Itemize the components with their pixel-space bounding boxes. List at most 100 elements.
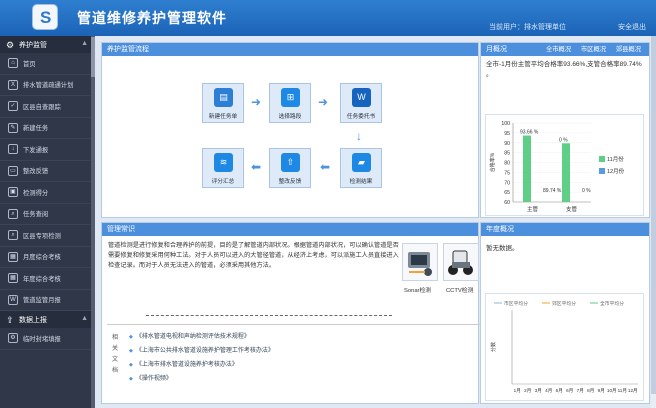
score-line-chart: 市区平均分 郊区平均分 全市平均分 分数 1月 2月 3月 4月 5月 6月 7月 8月 9月 10月 11…	[485, 293, 644, 401]
y-tick-label: 100	[501, 121, 510, 127]
upload-icon: ⇪	[6, 314, 14, 325]
sidebar-item-label: 年度综合考核	[23, 275, 61, 283]
legend-swatch	[599, 156, 605, 162]
flow-node-label: 选择路段	[278, 114, 302, 120]
scrollbar-thumb[interactable]	[91, 37, 95, 77]
layers-icon: ≋	[214, 153, 233, 172]
divider-dashed	[146, 315, 392, 316]
sidebar-item-monthly-report[interactable]: W 管道监管月报	[0, 290, 95, 311]
sidebar-item-label: 新建任务	[23, 125, 49, 133]
excel-icon: X	[8, 79, 18, 90]
sidebar-item-label: 月度综合考核	[23, 254, 61, 262]
flow-node-result[interactable]: ▰ 检测结果	[340, 148, 382, 188]
flow-node-commission[interactable]: W 任务委托书	[340, 83, 382, 123]
sidebar-item-label: 整改反馈	[23, 168, 49, 176]
annual-panel: 年度概况 暂无数据。 市区平均分 郊区平均分 全市平均分 分数 1月 2月 3月 4月 5月 6月…	[480, 222, 650, 404]
sidebar-item-monthly-review[interactable]: ▦ 月度综合考核	[0, 247, 95, 268]
gear-icon: ⚙	[5, 39, 15, 50]
doc-link[interactable]: 《上海市排水管道设施养护考核办法》	[129, 359, 238, 368]
current-user: 当前用户：排水管理单位	[489, 24, 566, 31]
sidebar-item-district-tracking[interactable]: ✓ 区县自查跟踪	[0, 96, 95, 118]
sidebar-section-data-report[interactable]: ⇪ 数据上报 ▲	[0, 311, 95, 328]
sidebar-scrollbar[interactable]	[91, 36, 95, 408]
x-tick-label: 4月	[545, 388, 552, 394]
doc-link[interactable]: 《操作视频》	[129, 373, 172, 382]
y-tick-label: 60	[504, 200, 510, 206]
main-scrollbar[interactable]	[651, 36, 656, 408]
sidebar-item-task-query[interactable]: ⌕ 任务查阅	[0, 204, 95, 225]
legend-label: 郊区平均分	[552, 300, 576, 307]
monitor-icon: ▣	[8, 187, 18, 198]
monthly-summary: 全市-1月份主管平均合格率93.66%,支管合格率89.74% 。	[486, 61, 642, 78]
sidebar-item-annual-review[interactable]: ▦ 年度综合考核	[0, 268, 95, 290]
sidebar-item-label: 下发通报	[23, 146, 49, 154]
download-icon: ↓	[8, 144, 18, 155]
app-logo	[32, 4, 58, 30]
sidebar-item-dredge-plan[interactable]: X 排水管道疏通计划	[0, 75, 95, 96]
home-icon: ⌂	[8, 58, 18, 69]
sidebar-item-rectify-feedback[interactable]: ▭ 整改反馈	[0, 161, 95, 182]
sidebar-section-maintenance[interactable]: ⚙ 养护监管 ▲	[0, 36, 95, 53]
legend-label: 12月份	[607, 167, 625, 175]
sidebar-item-new-task[interactable]: ✎ 新建任务	[0, 118, 95, 139]
y-axis-title: 合格率%	[489, 152, 496, 172]
calendar-icon: ▦	[8, 251, 18, 262]
link-suburb-overview[interactable]: 郊县概况	[616, 46, 641, 53]
flow-node-new-task[interactable]: ▤ 新建任务单	[202, 83, 244, 123]
x-tick-label: 12月	[628, 388, 638, 394]
y-tick-label: 80	[504, 161, 510, 167]
bar	[523, 135, 531, 202]
link-city-overview[interactable]: 全市概况	[546, 46, 571, 53]
y-tick-label: 95	[504, 131, 510, 137]
flow-node-label: 整改反馈	[278, 179, 302, 185]
flow-node-label: 检测结果	[349, 179, 373, 185]
y-tick-label: 65	[504, 190, 510, 196]
sidebar-item-issue-notice[interactable]: ↓ 下发通报	[0, 139, 95, 161]
sidebar-item-temp-block[interactable]: ⚙ 临时封堵填报	[0, 328, 95, 350]
x-tick-label: 3月	[535, 388, 542, 394]
app-title: 管道维修养护管理软件	[77, 10, 227, 26]
check-icon: ✓	[8, 101, 18, 112]
doc-link[interactable]: 《排水管道电视和声纳检测评估技术规程》	[129, 331, 250, 340]
folder-icon: ▭	[8, 165, 18, 176]
overview-links: 全市概况 市区概况 郊县概况	[538, 43, 641, 56]
sidebar-item-home[interactable]: ⌂ 首页	[0, 53, 95, 75]
tool-label-sonar: Sonar检测	[404, 288, 432, 294]
search-icon: ⌕	[8, 208, 18, 219]
bar-data-label: 89.74 %	[543, 188, 562, 194]
main-content: 养护监管流程 ▤ 新建任务单 ➜ ⊞ 选择路段 ➜ W 任务委托书 ↓ ▰ 检测…	[97, 36, 656, 408]
cctv-robot-image[interactable]	[443, 243, 479, 281]
x-tick-label: 支管	[566, 205, 578, 213]
gear-icon: ⚙	[8, 333, 18, 344]
bar-data-label: 0 %	[559, 137, 568, 143]
practice-panel-title: 管理常识	[102, 223, 478, 236]
x-tick-label: 10月	[607, 388, 617, 394]
sidebar-item-score[interactable]: ▣ 检测得分	[0, 182, 95, 204]
tool-label-cctv: CCTV检测	[446, 288, 474, 294]
sidebar-item-special-inspection[interactable]: ⌕ 区县专项检测	[0, 225, 95, 247]
link-urban-overview[interactable]: 市区概况	[581, 46, 606, 53]
doc-link[interactable]: 《上海市公共排水管道设施养护管理工作考核办法》	[129, 345, 274, 354]
x-tick-label: 8月	[587, 388, 594, 394]
flow-node-feedback[interactable]: ⇧ 整改反馈	[269, 148, 311, 188]
collapse-arrow-icon: ▲	[81, 40, 88, 47]
y-axis-title: 分数	[490, 342, 497, 352]
practice-panel: 管理常识 管道检测是进行修复和合理养护的前提，目的是了解管道内部状况。根据管道内…	[101, 222, 481, 404]
sidebar: ⚙ 养护监管 ▲ ⌂ 首页 X 排水管道疏通计划 ✓ 区县自查跟踪 ✎ 新建任务 ↓ 下发…	[0, 36, 95, 408]
scrollbar-thumb[interactable]	[651, 36, 656, 394]
sonar-device-image[interactable]	[402, 243, 438, 281]
flow-panel: 养护监管流程 ▤ 新建任务单 ➜ ⊞ 选择路段 ➜ W 任务委托书 ↓ ▰ 检测…	[101, 42, 479, 218]
logout-link[interactable]: 安全退出	[618, 22, 646, 32]
sidebar-item-label: 任务查阅	[23, 211, 49, 219]
sidebar-item-label: 区县自查跟踪	[23, 103, 61, 111]
calendar-icon: ▦	[8, 273, 18, 284]
folder-icon: ▰	[352, 153, 371, 172]
monthly-panel-header: 月概况 全市概况 市区概况 郊县概况	[481, 43, 649, 56]
x-tick-label: 11月	[618, 388, 627, 394]
flow-node-summary[interactable]: ≋ 评分汇总	[202, 148, 244, 188]
practice-text: 管道检测是进行修复和合理养护的前提，目的是了解管道内部状况。根据管道内部状况，可…	[108, 242, 399, 269]
flow-node-select-road[interactable]: ⊞ 选择路段	[269, 83, 311, 123]
arrow-right-icon: ➜	[318, 95, 329, 109]
x-tick-label: 6月	[566, 388, 573, 394]
bar	[562, 143, 570, 202]
